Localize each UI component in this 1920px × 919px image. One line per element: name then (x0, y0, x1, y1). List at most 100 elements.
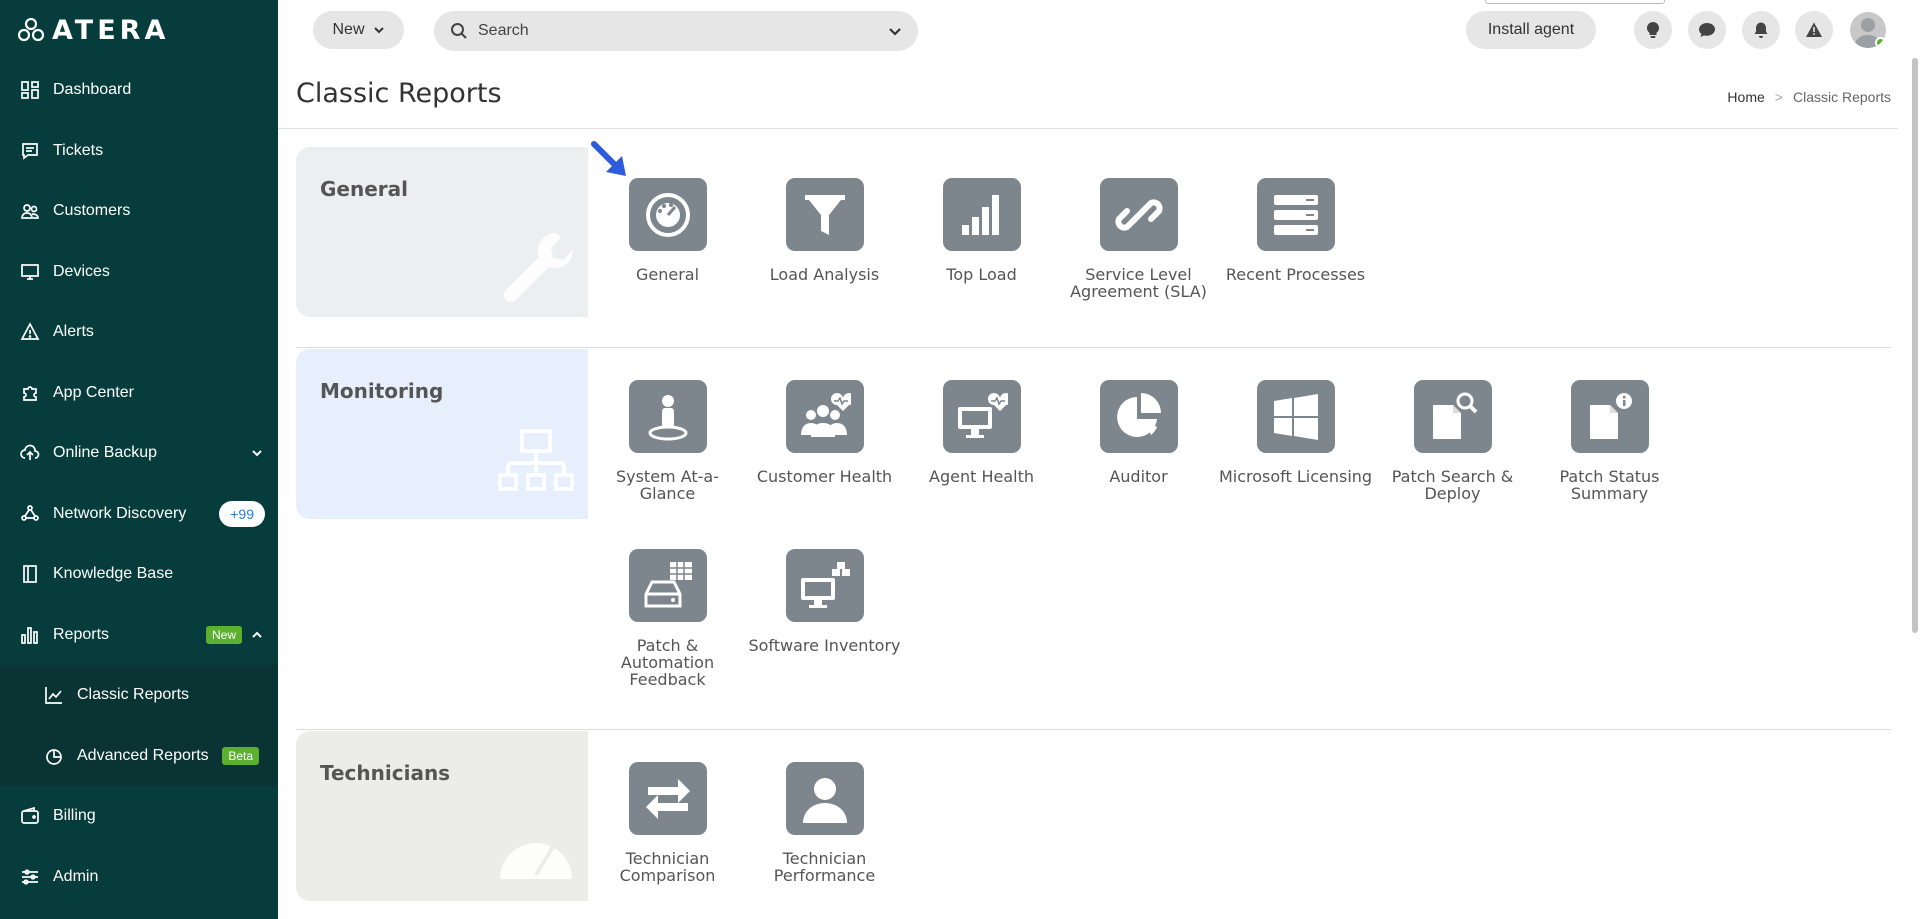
report-tile-auditor[interactable]: Auditor (1061, 380, 1216, 485)
search-input[interactable] (478, 22, 878, 40)
pie-chart-icon (44, 746, 64, 766)
sidebar-item-knowledge-base[interactable]: Knowledge Base (0, 544, 278, 605)
person-icon (785, 762, 864, 835)
speedometer-icon (628, 178, 707, 251)
tickets-icon (20, 141, 40, 161)
sidebar: ATERA Dashboard Tickets Customers Device… (0, 0, 278, 919)
lightbulb-icon[interactable] (1634, 11, 1672, 49)
top-bar: New Install agent (278, 0, 1920, 60)
scrollbar[interactable] (1912, 58, 1918, 633)
beta-badge: Beta (222, 746, 259, 765)
avatar[interactable] (1850, 12, 1886, 48)
warning-icon[interactable] (1795, 11, 1833, 49)
report-tile-label: Agent Health (929, 467, 1034, 486)
report-tile-software-inventory[interactable]: Software Inventory (747, 549, 902, 654)
sliders-icon (20, 867, 40, 887)
drive-grid-icon (628, 549, 707, 622)
cloud-upload-icon (20, 443, 40, 463)
wrench-icon (503, 232, 573, 303)
notification-count-badge[interactable]: +99 (219, 500, 265, 527)
pointer-arrow-icon (591, 141, 626, 176)
sidebar-item-advanced-reports[interactable]: Advanced Reports Beta (0, 725, 278, 786)
sidebar-item-devices[interactable]: Devices (0, 242, 278, 303)
report-tile-top-load[interactable]: Top Load (904, 178, 1059, 283)
puzzle-icon (20, 383, 40, 403)
report-tile-label: Software Inventory (748, 636, 901, 655)
report-tile-label: Microsoft Licensing (1218, 467, 1373, 486)
report-tile-general[interactable]: General (590, 178, 745, 283)
search-bar[interactable] (434, 11, 918, 51)
report-tile-label: Patch Status Summary (1559, 467, 1660, 503)
sidebar-item-billing[interactable]: Billing (0, 786, 278, 847)
report-tile-recent-processes[interactable]: Recent Processes (1218, 178, 1373, 283)
server-icon (1256, 178, 1335, 251)
bar-chart-icon (20, 625, 40, 645)
sidebar-item-app-center[interactable]: App Center (0, 363, 278, 424)
sidebar-item-label: Devices (53, 262, 110, 280)
report-tile-customer-health[interactable]: Customer Health (747, 380, 902, 485)
sidebar-nav: Dashboard Tickets Customers Devices Aler… (0, 60, 278, 907)
sidebar-item-dashboard[interactable]: Dashboard (0, 60, 278, 121)
sidebar-item-label: Classic Reports (77, 686, 190, 704)
dropdown-popup-edge (1485, 0, 1665, 4)
section-title: Technicians (320, 761, 451, 785)
report-tile-patch-status-summary[interactable]: Patch Status Summary (1532, 380, 1687, 502)
line-chart-icon (44, 685, 64, 705)
alert-icon (20, 322, 40, 342)
report-tile-patch-search-deploy[interactable]: Patch Search & Deploy (1375, 380, 1530, 502)
sidebar-item-classic-reports[interactable]: Classic Reports (0, 665, 278, 726)
sidebar-item-label: Alerts (53, 323, 94, 341)
atera-logo-icon (18, 18, 44, 42)
section-divider (296, 729, 1891, 730)
windows-icon (1256, 380, 1335, 453)
sidebar-item-online-backup[interactable]: Online Backup (0, 423, 278, 484)
sidebar-item-tickets[interactable]: Tickets (0, 121, 278, 182)
report-tile-microsoft-licensing[interactable]: Microsoft Licensing (1218, 380, 1373, 485)
sidebar-item-network-discovery[interactable]: Network Discovery +99 (0, 484, 278, 545)
section-technicians: Technicians Technician Comparison Techni… (296, 731, 1891, 901)
wallet-icon (20, 806, 40, 826)
report-tile-load-analysis[interactable]: Load Analysis (747, 178, 902, 283)
devices-icon (20, 262, 40, 282)
report-tile-technician-comparison[interactable]: Technician Comparison (590, 762, 745, 884)
report-tile-patch-automation-feedback[interactable]: Patch & Automation Feedback (590, 549, 745, 688)
search-icon (451, 23, 467, 39)
breadcrumb-current: Classic Reports (1792, 89, 1891, 105)
dashboard-icon (20, 80, 40, 100)
sidebar-item-customers[interactable]: Customers (0, 181, 278, 242)
report-tile-agent-health[interactable]: Agent Health (904, 380, 1059, 485)
atera-logo[interactable]: ATERA (18, 14, 169, 46)
brand-name: ATERA (52, 14, 170, 46)
section-title: General (320, 177, 408, 201)
funnel-icon (785, 178, 864, 251)
report-tile-technician-performance[interactable]: Technician Performance (747, 762, 902, 884)
pie-icon (1099, 380, 1178, 453)
person-pin-icon (628, 380, 707, 453)
report-tile-label: System At-a-Glance (615, 467, 720, 503)
install-agent-button[interactable]: Install agent (1466, 11, 1596, 49)
new-button[interactable]: New (313, 11, 404, 49)
header-divider (278, 128, 1898, 129)
group-health-icon (785, 380, 864, 453)
page-title: Classic Reports (296, 78, 502, 109)
sidebar-item-label: Customers (53, 202, 131, 220)
org-chart-icon (498, 429, 574, 491)
bell-icon[interactable] (1742, 11, 1780, 49)
breadcrumb: Home > Classic Reports (1727, 89, 1891, 105)
chevron-down-icon[interactable] (250, 446, 264, 460)
report-tile-sla[interactable]: Service Level Agreement (SLA) (1061, 178, 1216, 300)
breadcrumb-home-link[interactable]: Home (1727, 89, 1764, 105)
chevron-up-icon[interactable] (250, 628, 264, 642)
sidebar-item-reports[interactable]: Reports New (0, 605, 278, 666)
search-dropdown-icon[interactable] (888, 24, 902, 38)
chat-icon[interactable] (1688, 11, 1726, 49)
section-technicians-panel: Technicians (296, 731, 588, 901)
sidebar-item-admin[interactable]: Admin (0, 847, 278, 908)
report-tile-label: Patch & Automation Feedback (620, 636, 715, 689)
report-tile-system-at-a-glance[interactable]: System At-a-Glance (590, 380, 745, 502)
sidebar-item-label: Dashboard (53, 81, 132, 99)
sidebar-item-label: Network Discovery (53, 504, 187, 522)
network-icon (20, 504, 40, 524)
sidebar-item-alerts[interactable]: Alerts (0, 302, 278, 363)
new-badge: New (205, 625, 242, 644)
